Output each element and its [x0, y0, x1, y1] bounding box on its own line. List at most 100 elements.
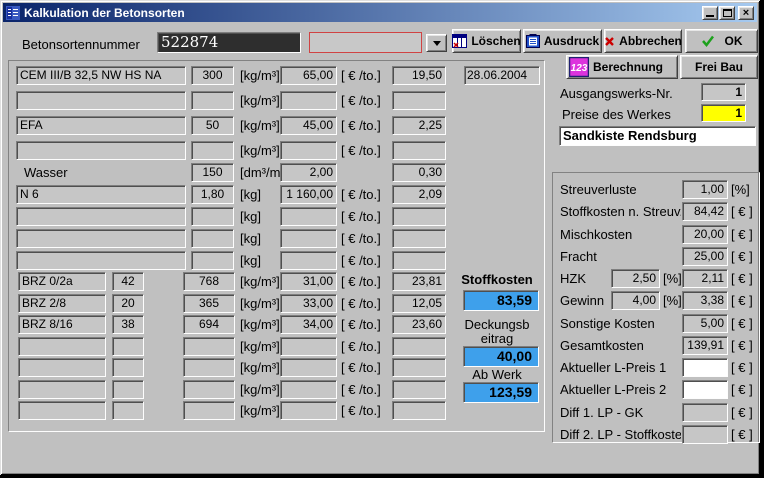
cost-value-field[interactable]: 20,00 — [682, 225, 728, 244]
material-cost-field: 0,30 — [392, 163, 446, 182]
material-name-field[interactable]: N 6 — [16, 185, 186, 204]
material-price-field[interactable] — [280, 229, 337, 248]
red-x-icon — [604, 36, 615, 47]
aggregate-price-field[interactable]: 34,00 — [280, 315, 337, 334]
cost-value-field[interactable]: 1,00 — [682, 180, 728, 199]
aggregate-name-field[interactable] — [18, 380, 106, 399]
minimize-button[interactable] — [702, 6, 718, 20]
stoffkosten-value: 83,59 — [463, 290, 539, 311]
desktop: Kalkulation der Betonsorten × Betonsorte… — [0, 0, 764, 478]
aggregate-price-field[interactable] — [280, 358, 337, 377]
aggregate-name-field[interactable]: BRZ 2/8 — [18, 294, 106, 313]
material-qty-field[interactable] — [191, 229, 234, 248]
material-name-field[interactable] — [16, 91, 186, 110]
material-price-field[interactable] — [280, 91, 337, 110]
material-name-field[interactable] — [16, 207, 186, 226]
aggregate-cost-field — [392, 337, 446, 356]
aggregate-price-field[interactable]: 31,00 — [280, 272, 337, 291]
aggregate-weight-field — [183, 358, 235, 377]
cost-value-field[interactable]: 5,00 — [682, 314, 728, 333]
abbrechen-button[interactable]: Abbrechen — [604, 29, 682, 53]
betonsorte-lookup-field[interactable] — [309, 32, 422, 53]
aggregate-price-field[interactable] — [280, 380, 337, 399]
aggregate-price-unit-label: [ € /to.] — [341, 339, 381, 354]
cost-value-field[interactable]: 25,00 — [682, 247, 728, 266]
dropdown-arrow-icon — [433, 41, 441, 50]
aggregate-price-unit-label: [ € /to.] — [341, 403, 381, 418]
material-price-field[interactable] — [280, 251, 337, 270]
aggregate-name-field[interactable]: BRZ 8/16 — [18, 315, 106, 334]
aggregate-cost-field — [392, 380, 446, 399]
ok-label: OK — [725, 34, 743, 48]
aggregate-name-field[interactable]: BRZ 0/2a — [18, 272, 106, 291]
aggregate-price-field[interactable] — [280, 401, 337, 420]
material-name-field[interactable] — [16, 251, 186, 270]
ausdruck-label: Ausdruck — [544, 34, 599, 48]
material-qty-field[interactable]: 50 — [191, 116, 234, 135]
material-qty-field[interactable] — [191, 207, 234, 226]
berechnung-button[interactable]: 123 Berechnung — [566, 55, 678, 79]
aggregate-pct-field[interactable] — [112, 337, 144, 356]
aggregate-price-unit-label: [ € /to.] — [341, 296, 381, 311]
kalkulation-dialog: Kalkulation der Betonsorten × Betonsorte… — [0, 0, 760, 475]
aggregate-name-field[interactable] — [18, 337, 106, 356]
cost-value-field[interactable] — [682, 358, 728, 377]
deckungsbeitrag-label-line2: eitrag — [452, 331, 542, 346]
titlebar[interactable]: Kalkulation der Betonsorten × — [3, 3, 757, 22]
aggregate-cost-field: 23,81 — [392, 272, 446, 291]
cost-unit-label: [ € ] — [731, 271, 753, 286]
aggregate-pct-field[interactable]: 42 — [112, 272, 144, 291]
aggregate-unit-label: [kg/m³] — [240, 339, 280, 354]
cost-row-label: Gesamtkosten — [560, 338, 681, 353]
aggregate-pct-field[interactable]: 38 — [112, 315, 144, 334]
aggregate-name-field[interactable] — [18, 401, 106, 420]
cost-unit-label: [ € ] — [731, 227, 753, 242]
maximize-button[interactable] — [719, 6, 735, 20]
material-qty-field[interactable] — [191, 251, 234, 270]
aggregate-price-field[interactable]: 33,00 — [280, 294, 337, 313]
aggregate-price-field[interactable] — [280, 337, 337, 356]
cost-value-field[interactable] — [682, 380, 728, 399]
betonsorte-dropdown-button[interactable] — [426, 34, 447, 52]
aggregate-pct-field[interactable]: 20 — [112, 294, 144, 313]
cost-value-field — [682, 425, 728, 444]
material-name-field[interactable]: EFA — [16, 116, 186, 135]
material-qty-field[interactable]: 300 — [191, 66, 234, 85]
preise-des-werkes-field[interactable]: 1 — [701, 104, 746, 122]
ok-button[interactable]: OK — [685, 29, 758, 53]
ausdruck-button[interactable]: Ausdruck — [523, 29, 602, 53]
cost-pct-field[interactable]: 4,00 — [611, 291, 660, 310]
material-name-field[interactable]: CEM III/B 32,5 NW HS NA — [16, 66, 186, 85]
material-price-field[interactable] — [280, 207, 337, 226]
material-price-unit-label: [ € /to.] — [341, 187, 381, 202]
material-qty-field[interactable] — [191, 141, 234, 160]
aggregate-pct-field[interactable] — [112, 380, 144, 399]
delete-table-icon — [452, 34, 467, 48]
betonsortennummer-input[interactable]: 522874 — [157, 32, 301, 53]
material-price-field[interactable]: 65,00 — [280, 66, 337, 85]
cost-pct-field[interactable]: 2,50 — [611, 269, 660, 288]
material-qty-field[interactable]: 1,80 — [191, 185, 234, 204]
cost-value-field: 3,38 — [682, 291, 728, 310]
aggregate-name-field[interactable] — [18, 358, 106, 377]
frei-bau-button[interactable]: Frei Bau — [680, 55, 758, 79]
close-button[interactable]: × — [738, 6, 754, 20]
material-qty-field[interactable] — [191, 91, 234, 110]
loeschen-button[interactable]: Löschen — [452, 29, 521, 53]
material-price-field[interactable] — [280, 141, 337, 160]
aggregate-pct-field[interactable] — [112, 401, 144, 420]
material-price-field[interactable]: 45,00 — [280, 116, 337, 135]
material-price-field[interactable]: 2,00 — [280, 163, 337, 182]
price-date-field[interactable]: 28.06.2004 — [464, 66, 540, 85]
material-name-field[interactable] — [16, 141, 186, 160]
aggregate-cost-field — [392, 358, 446, 377]
aggregate-cost-field: 23,60 — [392, 315, 446, 334]
print-icon — [526, 34, 540, 48]
material-unit-label: [kg] — [240, 253, 261, 268]
material-name-field[interactable] — [16, 229, 186, 248]
material-qty-field[interactable]: 150 — [191, 163, 234, 182]
cost-row-label: Aktueller L-Preis 1 — [560, 360, 681, 375]
material-price-unit-label: [ € /to.] — [341, 253, 381, 268]
aggregate-pct-field[interactable] — [112, 358, 144, 377]
material-price-field[interactable]: 1 160,00 — [280, 185, 337, 204]
